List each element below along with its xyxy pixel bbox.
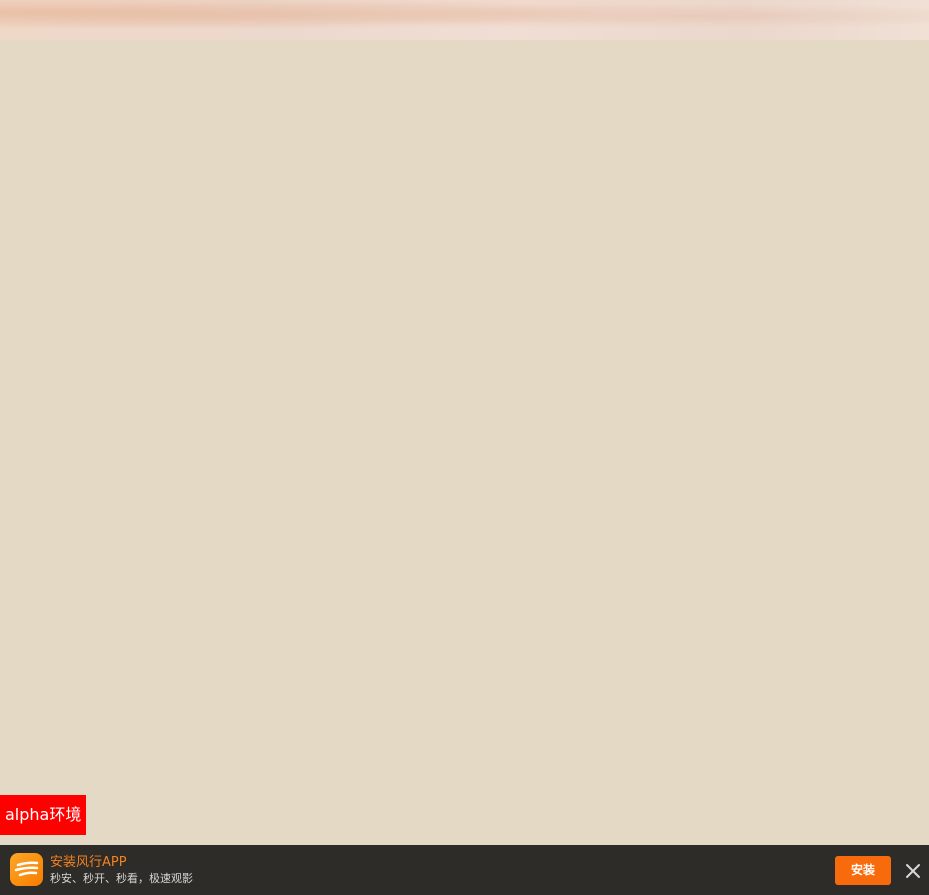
install-app-button[interactable]: 安装 bbox=[835, 856, 891, 885]
environment-badge: alpha环境 bbox=[0, 795, 87, 835]
funshion-app-logo-icon bbox=[10, 853, 43, 886]
app-install-bar: 安装风行APP 秒安、秒开、秒看，极速观影 安装 bbox=[0, 845, 929, 895]
page: alpha环境 安装风行APP 秒安、秒开、秒看，极速观影 安装 bbox=[0, 0, 929, 895]
app-banner-subtitle: 秒安、秒开、秒看，极速观影 bbox=[50, 872, 193, 885]
app-banner-title: 安装风行APP bbox=[50, 855, 127, 870]
main-content-area bbox=[0, 40, 929, 845]
close-icon[interactable] bbox=[903, 861, 923, 881]
header-banner bbox=[0, 0, 929, 40]
